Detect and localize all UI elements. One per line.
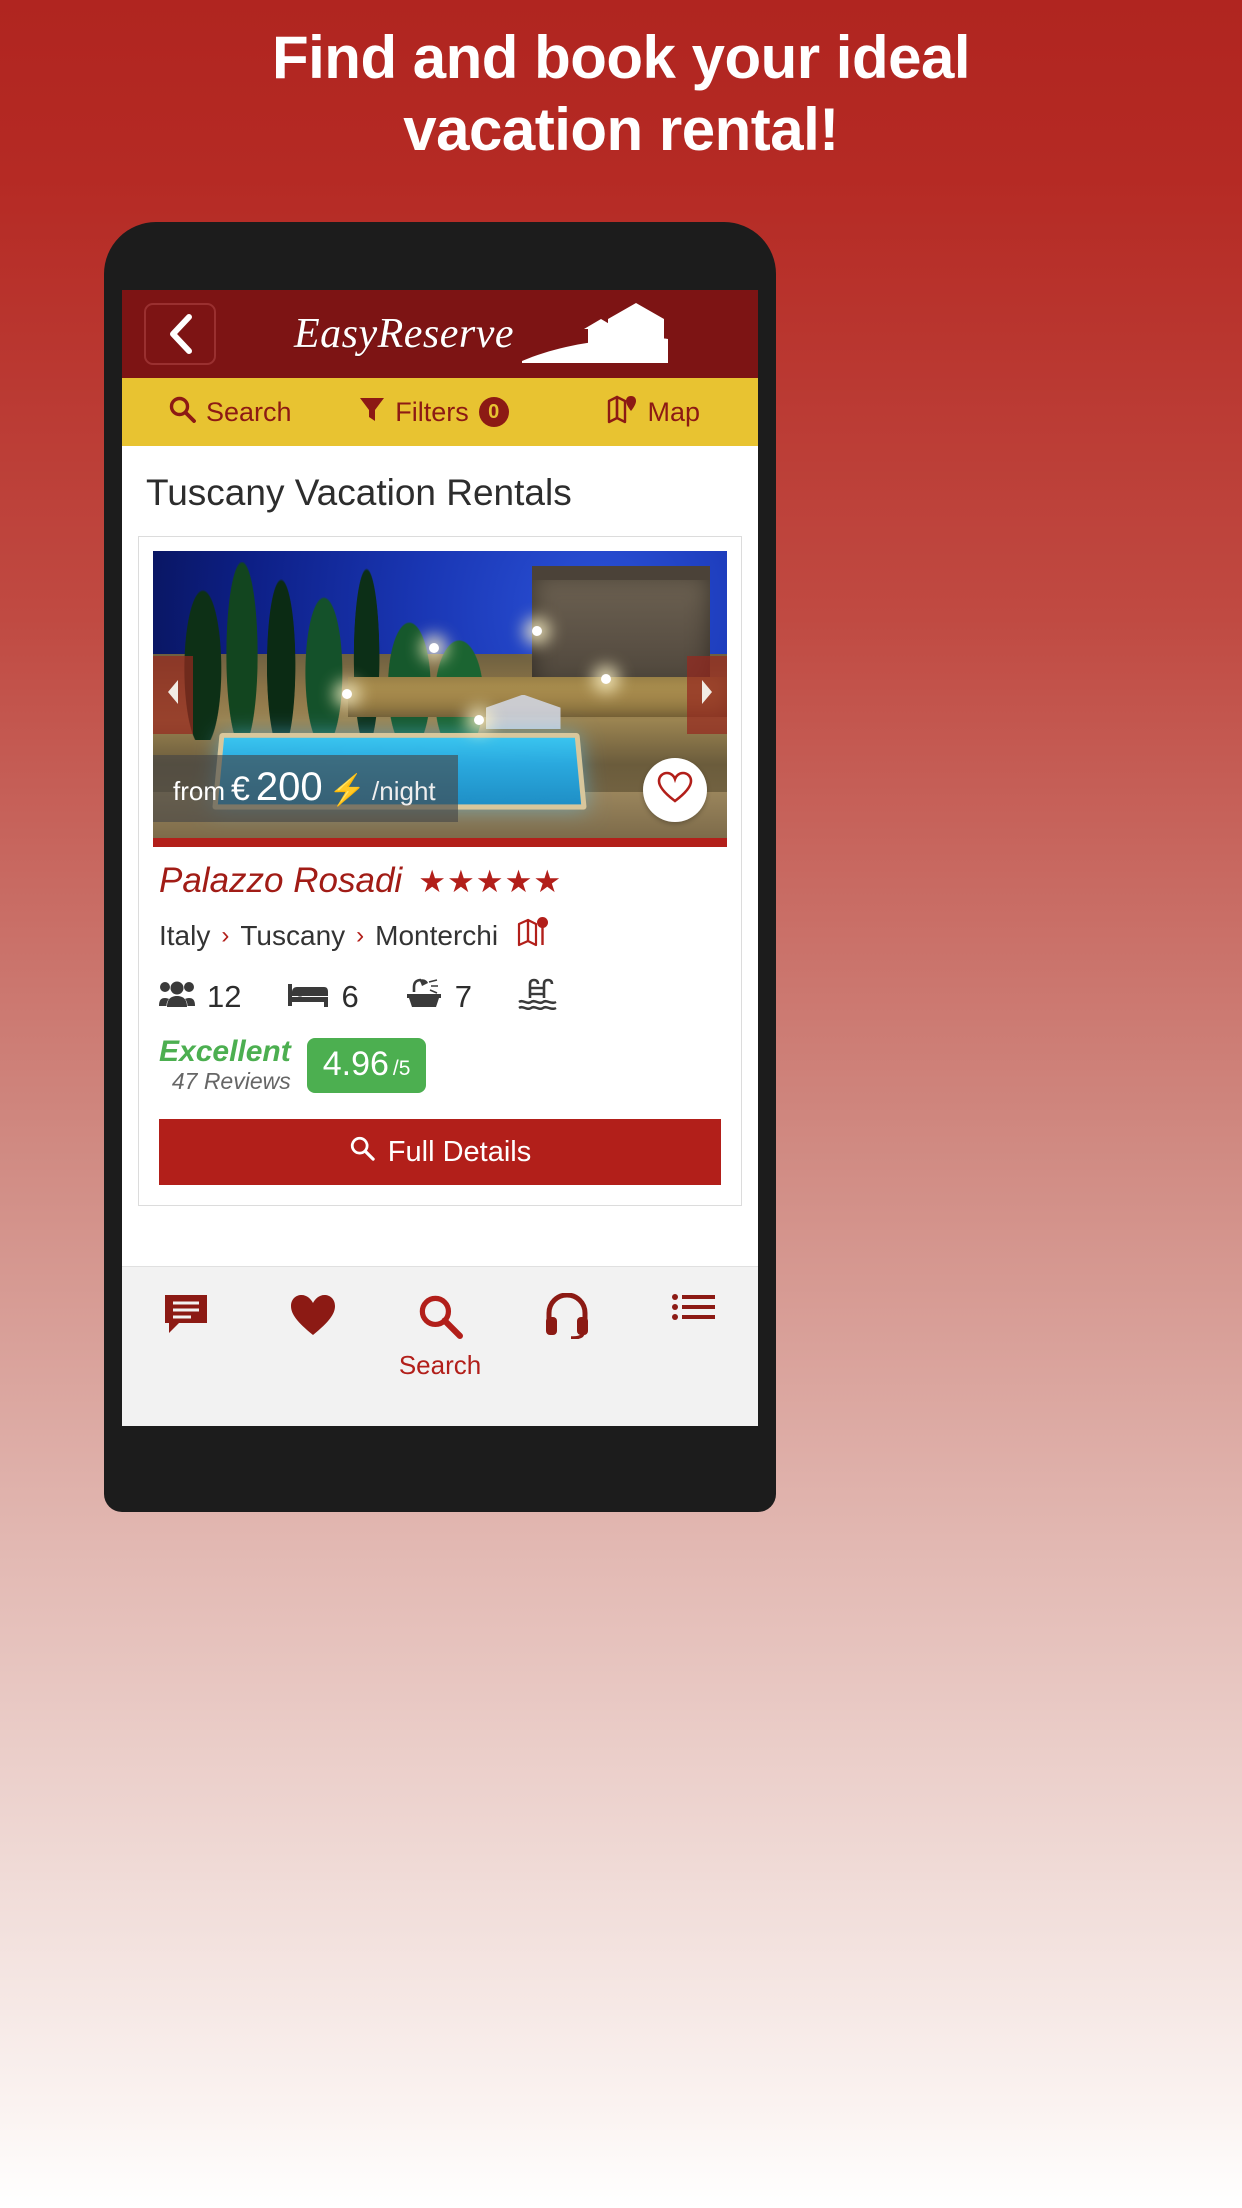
magnifier-icon: [349, 1135, 375, 1169]
amenity-bedrooms: 6: [287, 978, 359, 1015]
map-icon: [607, 394, 637, 431]
full-details-label: Full Details: [387, 1135, 532, 1168]
amenity-bathrooms: 7: [405, 978, 472, 1015]
promo-headline: Find and book your ideal vacation rental…: [0, 22, 1242, 166]
amenity-guests: 12: [159, 979, 241, 1015]
breadcrumb-item-country[interactable]: Italy: [159, 920, 210, 952]
nav-item-messages[interactable]: [122, 1267, 249, 1426]
listing-name[interactable]: Palazzo Rosadi: [159, 861, 402, 901]
filters-count-badge: 0: [478, 397, 509, 427]
promo-headline-line2: vacation rental!: [403, 96, 839, 163]
lightning-bolt-icon: ⚡: [328, 774, 367, 807]
toolbar-map-label: Map: [647, 396, 700, 427]
promo-headline-line1: Find and book your ideal: [271, 24, 971, 91]
breadcrumb-item-region[interactable]: Tuscany: [240, 920, 345, 952]
review-score-value: 4.96: [322, 1044, 389, 1083]
photo-light-glow: [531, 625, 542, 636]
price-from-label: from: [173, 776, 225, 806]
review-count: 47 Reviews: [171, 1068, 291, 1094]
price-currency: €: [231, 770, 250, 808]
chevron-left-icon: [167, 314, 193, 354]
amenity-bathrooms-value: 7: [454, 978, 472, 1014]
filter-toolbar: Search Filters 0 Map: [122, 378, 758, 446]
star-rating: ★★★★★: [418, 863, 563, 899]
magnifier-icon: [168, 395, 196, 430]
photo-light-glow: [474, 714, 485, 725]
heart-icon: [289, 1293, 337, 1342]
review-text-block: Excellent 47 Reviews: [159, 1035, 291, 1095]
review-score-badge: 4.96 /5: [306, 1037, 427, 1093]
chat-icon: [163, 1293, 209, 1340]
bottom-nav: Search: [122, 1266, 758, 1426]
chevron-right-icon: [699, 679, 715, 710]
map-pin-icon[interactable]: [517, 915, 551, 956]
toolbar-search-button[interactable]: Search: [122, 378, 345, 446]
amenity-guests-value: 12: [207, 978, 242, 1014]
price-tag: from € 200 ⚡ /night: [153, 755, 458, 822]
nav-item-search[interactable]: Search: [376, 1267, 503, 1426]
listing-body: Palazzo Rosadi ★★★★★ Italy › Tuscany › M…: [139, 847, 741, 1205]
price-amount: 200: [255, 765, 323, 809]
list-icon: [672, 1293, 716, 1332]
breadcrumb-separator: ›: [221, 921, 230, 949]
photo-light-glow: [428, 642, 439, 653]
breadcrumb-separator: ›: [356, 921, 365, 949]
page-title: Tuscany Vacation Rentals: [122, 446, 758, 536]
breadcrumb: Italy › Tuscany › Monterchi: [159, 915, 721, 956]
nav-item-list[interactable]: [631, 1267, 758, 1426]
nav-item-favorites[interactable]: [249, 1267, 376, 1426]
brand-name: EasyReserve: [293, 311, 515, 357]
listing-title-row: Palazzo Rosadi ★★★★★: [159, 861, 721, 901]
toolbar-search-label: Search: [206, 396, 292, 427]
amenity-pool: [518, 978, 570, 1015]
review-summary: Excellent 47 Reviews 4.96 /5: [159, 1035, 721, 1095]
bed-icon: [287, 980, 329, 1013]
nav-item-search-label: Search: [398, 1350, 482, 1380]
photo-underline: [153, 838, 727, 847]
photo-next-button[interactable]: [687, 655, 727, 734]
heart-outline-icon: [657, 771, 693, 809]
toolbar-filters-label: Filters: [395, 396, 469, 427]
villa-landscape-icon: [520, 299, 670, 370]
listing-card[interactable]: from € 200 ⚡ /night Palazzo Rosadi ★★★★★…: [138, 536, 742, 1206]
full-details-button[interactable]: Full Details: [159, 1119, 721, 1185]
app-header: EasyReserve: [122, 290, 758, 378]
bathtub-icon: [405, 978, 443, 1015]
amenities-row: 12 6 7: [159, 978, 721, 1015]
guests-icon: [159, 979, 195, 1014]
toolbar-map-button[interactable]: Map: [523, 378, 758, 446]
back-button[interactable]: [144, 303, 216, 365]
review-score-scale: /5: [392, 1056, 411, 1080]
chevron-left-icon: [165, 679, 181, 710]
pool-icon: [518, 978, 558, 1015]
price-per-label: /night: [372, 776, 436, 806]
breadcrumb-item-town[interactable]: Monterchi: [375, 920, 498, 952]
listing-photo[interactable]: from € 200 ⚡ /night: [153, 551, 727, 838]
toolbar-filters-button[interactable]: Filters 0: [345, 378, 522, 446]
review-word: Excellent: [159, 1035, 291, 1068]
nav-item-support[interactable]: [504, 1267, 631, 1426]
magnifier-icon: [417, 1293, 463, 1344]
phone-mockup: EasyReserve Search Filters 0 Map Tuscany…: [104, 222, 776, 1512]
brand-logo[interactable]: EasyReserve: [216, 299, 748, 370]
headset-icon: [545, 1292, 589, 1344]
phone-screen: EasyReserve Search Filters 0 Map Tuscany…: [122, 290, 758, 1426]
photo-prev-button[interactable]: [153, 655, 193, 734]
funnel-icon: [359, 395, 385, 430]
amenity-bedrooms-value: 6: [341, 978, 359, 1014]
favorite-button[interactable]: [643, 758, 707, 822]
